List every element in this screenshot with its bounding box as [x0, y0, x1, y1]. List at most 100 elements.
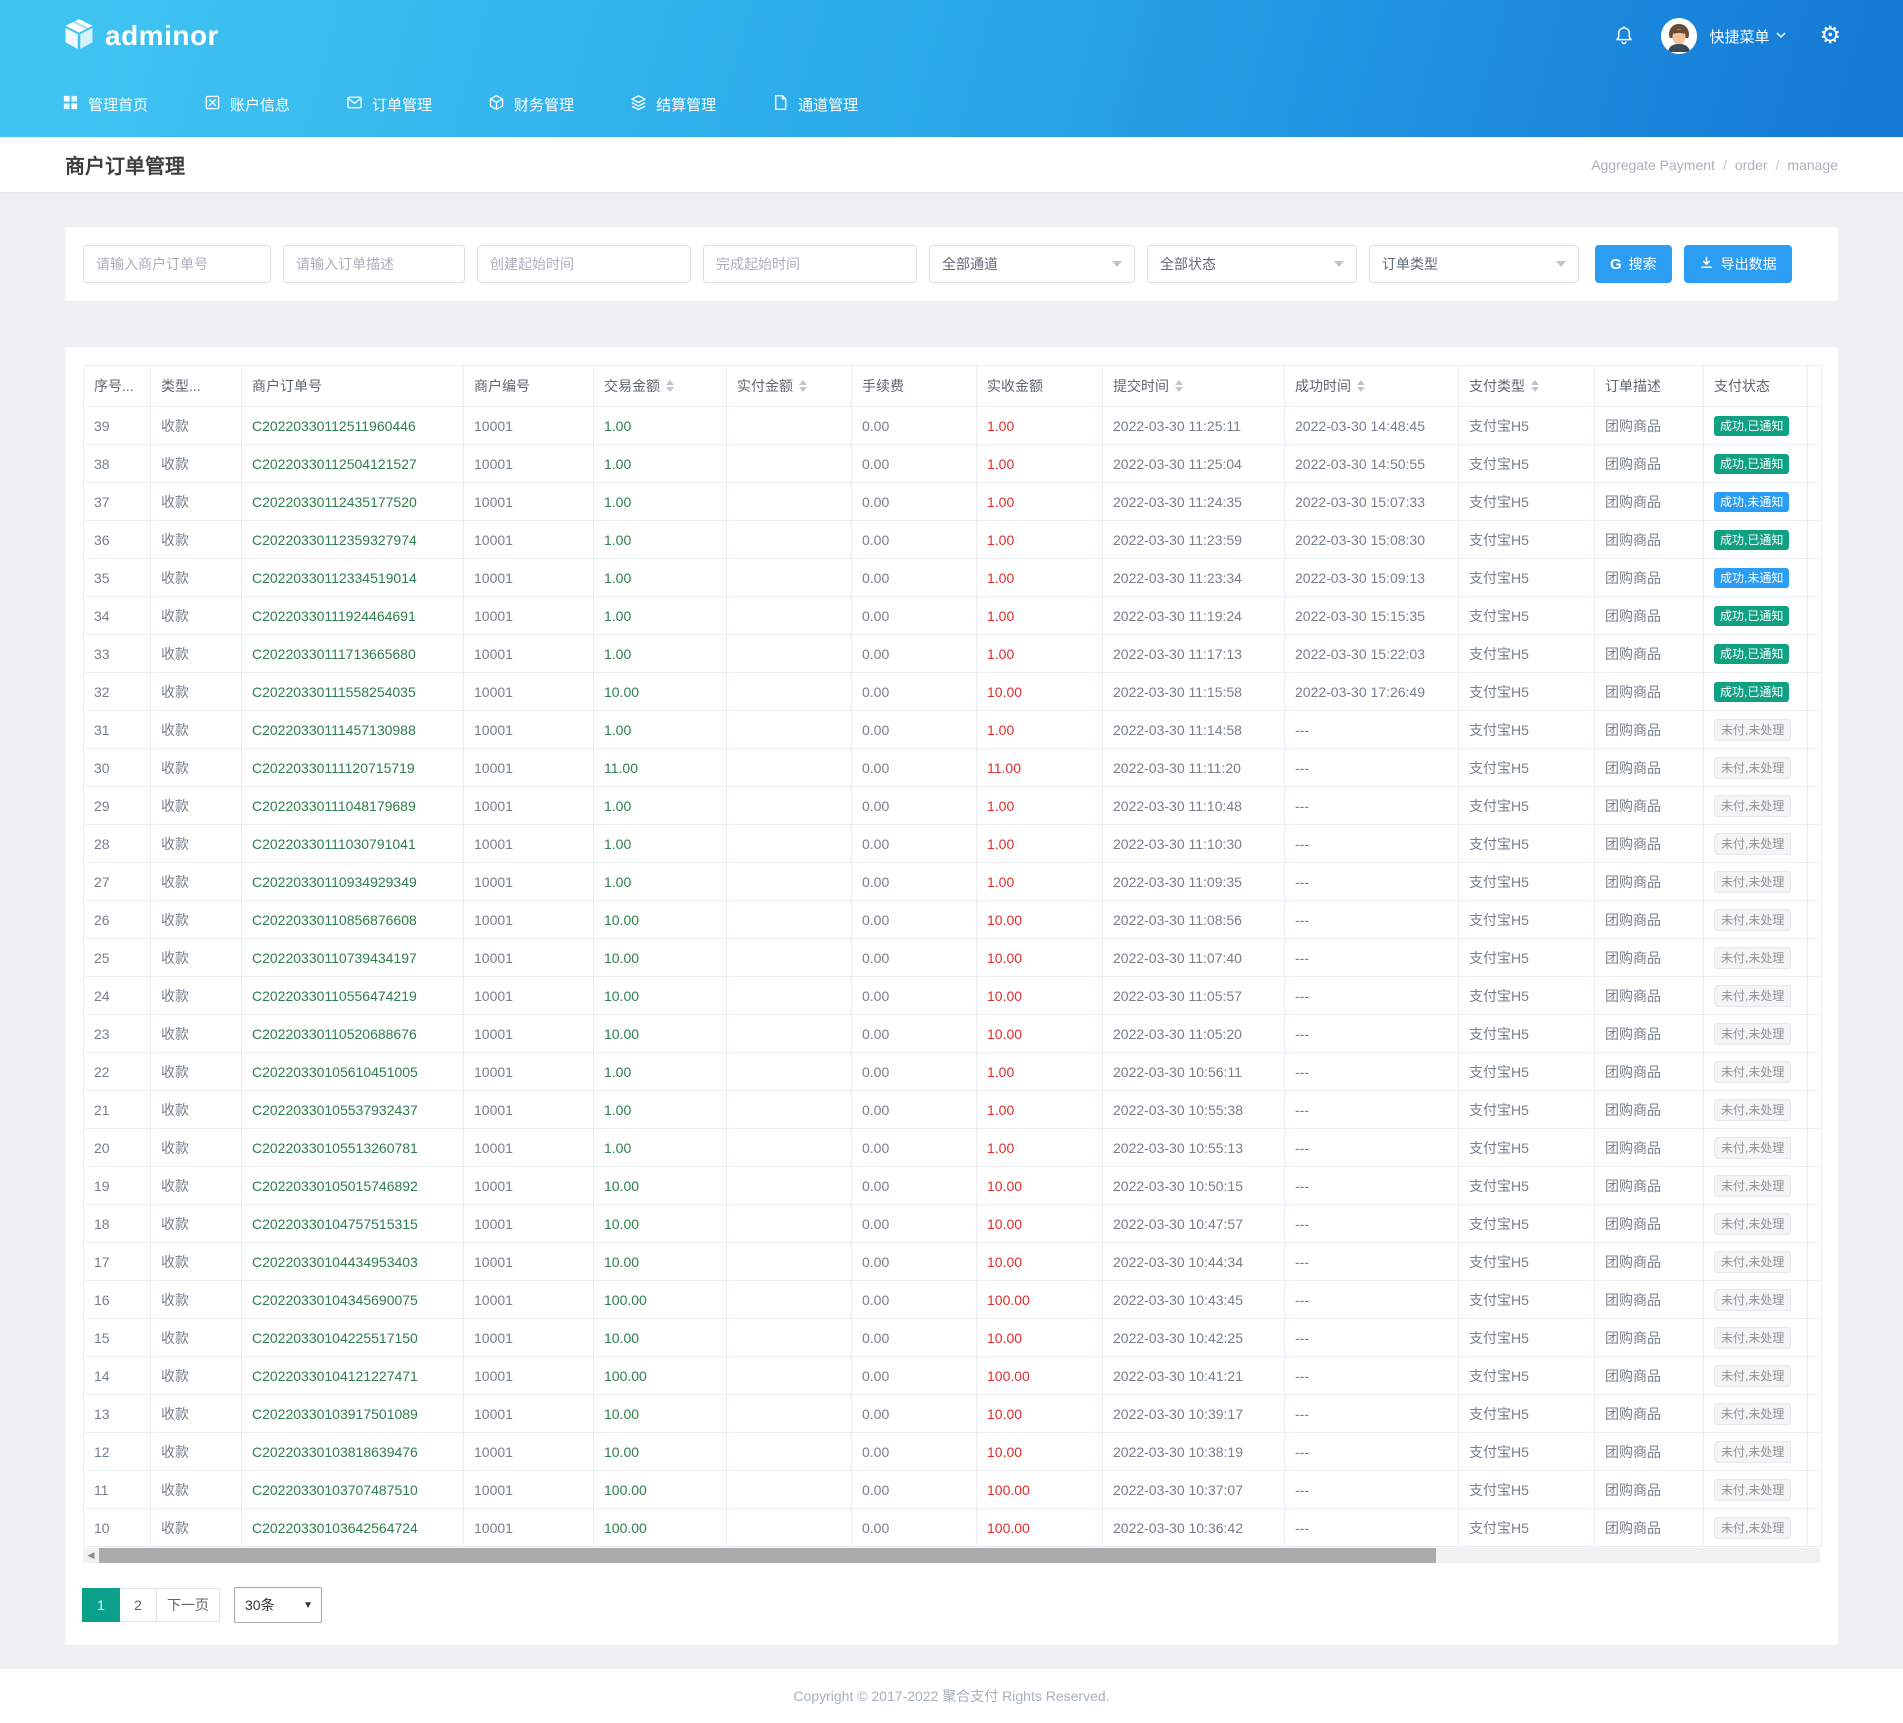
fee-cell: 0.00	[851, 900, 977, 939]
trade-amount-cell: 1.00	[593, 520, 727, 559]
table-row: 28 收款 C20220330111030791041 10001 1.00 0.00 1.…	[83, 824, 1822, 863]
paid-amount-cell	[726, 1128, 852, 1167]
breadcrumb-item-order[interactable]: order	[1735, 157, 1768, 173]
seq-cell: 13	[83, 1394, 151, 1433]
type-cell: 收款	[150, 824, 242, 863]
scrollbar-spacer	[1807, 672, 1822, 711]
merchant-no-cell: 10001	[463, 634, 594, 673]
status-cell: 未付,未处理	[1703, 1356, 1808, 1395]
seq-cell: 28	[83, 824, 151, 863]
pay-type-cell: 支付宝H5	[1458, 976, 1595, 1015]
order-desc-cell: 团购商品	[1594, 558, 1704, 597]
sort-arrows-icon[interactable]	[1175, 380, 1183, 392]
received-amount-cell: 1.00	[976, 558, 1103, 597]
trade-amount-cell: 1.00	[593, 786, 727, 825]
scrollbar-spacer	[1807, 1052, 1822, 1091]
create-time-input[interactable]	[477, 245, 691, 283]
quick-menu-dropdown[interactable]: 快捷菜单	[1709, 26, 1787, 47]
column-label: 支付状态	[1714, 378, 1770, 394]
sort-arrows-icon[interactable]	[799, 380, 807, 392]
avatar[interactable]	[1661, 18, 1698, 54]
paid-amount-cell	[726, 1204, 852, 1243]
column-header-paid_amount[interactable]: 实付金额	[726, 365, 852, 407]
sort-arrows-icon[interactable]	[1531, 380, 1539, 392]
success-time-cell: 2022-03-30 14:50:55	[1284, 444, 1459, 483]
app-logo[interactable]: adminor	[62, 17, 219, 56]
page-button-1[interactable]: 1	[82, 1588, 120, 1622]
page-button-2[interactable]: 2	[119, 1588, 157, 1622]
success-time-cell: 2022-03-30 17:26:49	[1284, 672, 1459, 711]
received-amount-cell: 1.00	[976, 444, 1103, 483]
column-header-trade_amount[interactable]: 交易金额	[593, 365, 727, 407]
received-amount-cell: 10.00	[976, 1394, 1103, 1433]
breadcrumb-item-root[interactable]: Aggregate Payment	[1591, 157, 1715, 173]
order-type-select[interactable]: 订单类型	[1369, 245, 1579, 283]
status-badge: 未付,未处理	[1714, 832, 1792, 855]
order-no-cell: C20220330105610451005	[241, 1052, 464, 1091]
next-page-button[interactable]: 下一页	[156, 1588, 220, 1622]
trade-amount-cell: 10.00	[593, 1318, 727, 1357]
nav-item-settlement[interactable]: 结算管理	[630, 94, 716, 115]
status-badge: 未付,未处理	[1714, 1440, 1792, 1463]
scrollbar-spacer	[1807, 938, 1822, 977]
column-label: 实付金额	[737, 378, 793, 394]
channel-select[interactable]: 全部通道	[929, 245, 1135, 283]
scrollbar-spacer	[1807, 824, 1822, 863]
nav-item-orders[interactable]: 订单管理	[346, 94, 432, 115]
status-badge: 成功,已通知	[1714, 681, 1790, 702]
scrollbar-thumb[interactable]	[99, 1548, 1437, 1563]
type-cell: 收款	[150, 1052, 242, 1091]
fee-cell: 0.00	[851, 1356, 977, 1395]
received-amount-cell: 10.00	[976, 1014, 1103, 1053]
column-header-success_time[interactable]: 成功时间	[1284, 365, 1459, 407]
seq-cell: 27	[83, 862, 151, 901]
nav-item-channels[interactable]: 通道管理	[772, 94, 858, 115]
received-amount-cell: 100.00	[976, 1356, 1103, 1395]
type-cell: 收款	[150, 1318, 242, 1357]
column-label: 交易金额	[604, 378, 660, 394]
seq-cell: 38	[83, 444, 151, 483]
fee-cell: 0.00	[851, 596, 977, 635]
status-badge: 未付,未处理	[1714, 1478, 1792, 1501]
order-no-input[interactable]	[83, 245, 271, 283]
sort-arrows-icon[interactable]	[666, 380, 674, 392]
horizontal-scrollbar[interactable]: ◀	[83, 1548, 1820, 1563]
table-row: 24 收款 C20220330110556474219 10001 10.00 0.00 1…	[83, 976, 1822, 1015]
status-select[interactable]: 全部状态	[1147, 245, 1357, 283]
column-label: 支付类型	[1469, 378, 1525, 394]
pagination: 1 2 下一页 30条 ▼	[82, 1587, 1820, 1623]
table-row: 25 收款 C20220330110739434197 10001 10.00 0.00 1…	[83, 938, 1822, 977]
export-data-button[interactable]: 导出数据	[1683, 245, 1792, 283]
status-badge: 未付,未处理	[1714, 984, 1792, 1007]
order-desc-input[interactable]	[283, 245, 465, 283]
status-cell: 未付,未处理	[1703, 1014, 1808, 1053]
order-no-cell: C20220330105015746892	[241, 1166, 464, 1205]
column-header-order_desc: 订单描述	[1594, 365, 1704, 407]
nav-item-finance[interactable]: 财务管理	[488, 94, 574, 115]
finish-time-input[interactable]	[703, 245, 917, 283]
gear-icon[interactable]: ⚙	[1819, 24, 1841, 48]
order-no-cell: C20220330111048179689	[241, 786, 464, 825]
paid-amount-cell	[726, 1014, 852, 1053]
trade-amount-cell: 10.00	[593, 1014, 727, 1053]
order-desc-cell: 团购商品	[1594, 482, 1704, 521]
bell-icon[interactable]	[1613, 25, 1635, 47]
status-badge: 成功,已通知	[1714, 529, 1790, 550]
order-type-select-value: 订单类型	[1382, 256, 1438, 272]
sort-arrows-icon[interactable]	[1357, 380, 1365, 392]
submit-time-cell: 2022-03-30 11:23:59	[1102, 520, 1285, 559]
trade-amount-cell: 1.00	[593, 862, 727, 901]
status-cell: 成功,已通知	[1703, 444, 1808, 483]
page-size-select[interactable]: 30条 ▼	[234, 1587, 322, 1623]
column-header-pay_type[interactable]: 支付类型	[1458, 365, 1595, 407]
nav-item-dashboard[interactable]: 管理首页	[62, 94, 148, 115]
scroll-left-arrow-icon[interactable]: ◀	[83, 1548, 99, 1563]
column-label: 类型...	[161, 378, 201, 394]
received-amount-cell: 1.00	[976, 710, 1103, 749]
order-desc-cell: 团购商品	[1594, 596, 1704, 635]
column-header-submit_time[interactable]: 提交时间	[1102, 365, 1285, 407]
search-button[interactable]: G 搜索	[1595, 245, 1672, 283]
nav-item-account[interactable]: 账户信息	[204, 94, 290, 115]
order-desc-cell: 团购商品	[1594, 862, 1704, 901]
column-header-fee: 手续费	[851, 365, 977, 407]
